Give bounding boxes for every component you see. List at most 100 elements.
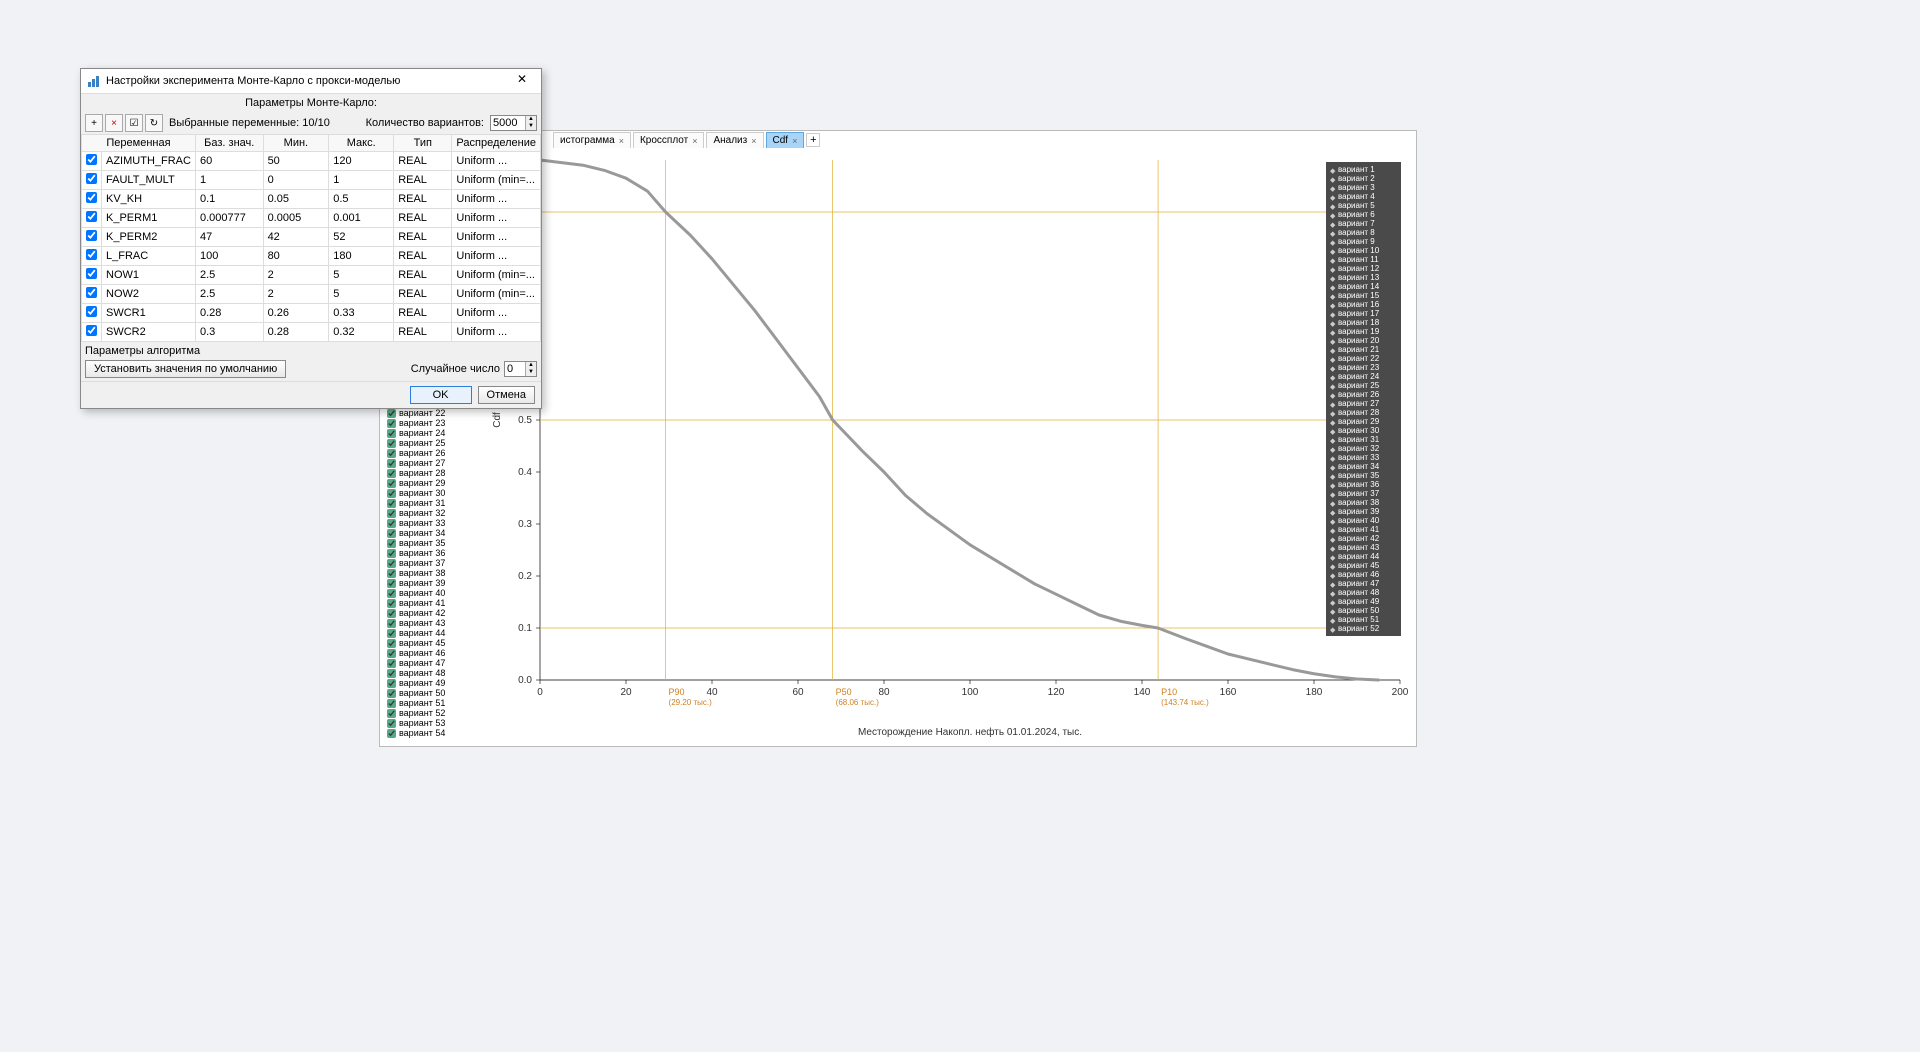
list-item[interactable]: вариант 32	[385, 508, 475, 518]
variant-checkbox[interactable]	[387, 459, 396, 468]
min-value[interactable]: 0	[263, 171, 329, 190]
base-value[interactable]: 60	[195, 152, 263, 171]
close-icon[interactable]: ×	[792, 136, 797, 146]
dist-value[interactable]: Uniform ...	[452, 228, 541, 247]
base-value[interactable]: 0.000777	[195, 209, 263, 228]
variant-count-input[interactable]	[491, 116, 525, 130]
variant-checkbox[interactable]	[387, 669, 396, 678]
list-item[interactable]: вариант 36	[385, 548, 475, 558]
variant-checkbox[interactable]	[387, 409, 396, 418]
variant-checkbox[interactable]	[387, 499, 396, 508]
list-item[interactable]: вариант 26	[385, 448, 475, 458]
variant-checkbox[interactable]	[387, 679, 396, 688]
variant-checkbox[interactable]	[387, 699, 396, 708]
min-value[interactable]: 0.05	[263, 190, 329, 209]
variant-checkbox[interactable]	[387, 659, 396, 668]
row-checkbox[interactable]	[86, 154, 97, 165]
dist-value[interactable]: Uniform (min=...	[452, 171, 541, 190]
variant-checkbox[interactable]	[387, 429, 396, 438]
ok-button[interactable]: OK	[410, 386, 472, 404]
spin-down-icon[interactable]: ▼	[526, 369, 536, 376]
min-value[interactable]: 2	[263, 266, 329, 285]
list-item[interactable]: вариант 22	[385, 408, 475, 418]
close-icon[interactable]: ×	[751, 136, 756, 146]
variant-checkbox[interactable]	[387, 509, 396, 518]
variant-checkbox[interactable]	[387, 439, 396, 448]
tab-cdf[interactable]: Cdf×	[766, 132, 805, 148]
list-item[interactable]: вариант 42	[385, 608, 475, 618]
max-value[interactable]: 52	[329, 228, 394, 247]
add-variable-button[interactable]: +	[85, 114, 103, 132]
defaults-button[interactable]: Установить значения по умолчанию	[85, 360, 286, 378]
row-checkbox[interactable]	[86, 192, 97, 203]
max-value[interactable]: 5	[329, 266, 394, 285]
dist-value[interactable]: Uniform ...	[452, 247, 541, 266]
max-value[interactable]: 0.32	[329, 323, 394, 342]
list-item[interactable]: вариант 30	[385, 488, 475, 498]
add-tab-button[interactable]: +	[806, 133, 820, 147]
list-item[interactable]: вариант 37	[385, 558, 475, 568]
min-value[interactable]: 2	[263, 285, 329, 304]
list-item[interactable]: вариант 29	[385, 478, 475, 488]
list-item[interactable]: вариант 27	[385, 458, 475, 468]
list-item[interactable]: вариант 45	[385, 638, 475, 648]
variant-checkbox[interactable]	[387, 569, 396, 578]
list-item[interactable]: вариант 25	[385, 438, 475, 448]
list-item[interactable]: вариант 54	[385, 728, 475, 738]
list-item[interactable]: вариант 48	[385, 668, 475, 678]
max-value[interactable]: 0.33	[329, 304, 394, 323]
list-item[interactable]: вариант 23	[385, 418, 475, 428]
list-item[interactable]: вариант 50	[385, 688, 475, 698]
base-value[interactable]: 0.3	[195, 323, 263, 342]
list-item[interactable]: вариант 40	[385, 588, 475, 598]
dist-value[interactable]: Uniform (min=...	[452, 266, 541, 285]
max-value[interactable]: 120	[329, 152, 394, 171]
variant-checkbox[interactable]	[387, 479, 396, 488]
close-icon[interactable]: ×	[692, 136, 697, 146]
row-checkbox[interactable]	[86, 268, 97, 279]
row-checkbox[interactable]	[86, 230, 97, 241]
list-item[interactable]: вариант 28	[385, 468, 475, 478]
base-value[interactable]: 0.28	[195, 304, 263, 323]
row-checkbox[interactable]	[86, 211, 97, 222]
row-checkbox[interactable]	[86, 173, 97, 184]
dist-value[interactable]: Uniform ...	[452, 209, 541, 228]
list-item[interactable]: вариант 39	[385, 578, 475, 588]
list-item[interactable]: вариант 51	[385, 698, 475, 708]
variant-checkbox[interactable]	[387, 539, 396, 548]
list-item[interactable]: вариант 41	[385, 598, 475, 608]
variant-checkbox[interactable]	[387, 589, 396, 598]
toggle-all-button[interactable]: ☑	[125, 114, 143, 132]
list-item[interactable]: вариант 38	[385, 568, 475, 578]
list-item[interactable]: вариант 44	[385, 628, 475, 638]
variant-count-spinner[interactable]: ▲▼	[490, 115, 537, 131]
dist-value[interactable]: Uniform ...	[452, 152, 541, 171]
variant-checkbox[interactable]	[387, 559, 396, 568]
variant-checkbox[interactable]	[387, 709, 396, 718]
base-value[interactable]: 47	[195, 228, 263, 247]
min-value[interactable]: 42	[263, 228, 329, 247]
variant-checkbox[interactable]	[387, 639, 396, 648]
min-value[interactable]: 0.28	[263, 323, 329, 342]
list-item[interactable]: вариант 43	[385, 618, 475, 628]
base-value[interactable]: 100	[195, 247, 263, 266]
list-item[interactable]: вариант 52	[385, 708, 475, 718]
dist-value[interactable]: Uniform (min=...	[452, 285, 541, 304]
row-checkbox[interactable]	[86, 249, 97, 260]
dist-value[interactable]: Uniform ...	[452, 304, 541, 323]
variant-checkbox[interactable]	[387, 519, 396, 528]
list-item[interactable]: вариант 33	[385, 518, 475, 528]
variant-checkbox[interactable]	[387, 469, 396, 478]
list-item[interactable]: вариант 35	[385, 538, 475, 548]
spin-up-icon[interactable]: ▲	[526, 116, 536, 123]
row-checkbox[interactable]	[86, 306, 97, 317]
row-checkbox[interactable]	[86, 287, 97, 298]
variant-checkbox[interactable]	[387, 609, 396, 618]
variant-checkbox[interactable]	[387, 579, 396, 588]
variant-checkbox[interactable]	[387, 529, 396, 538]
variant-checkbox[interactable]	[387, 649, 396, 658]
list-item[interactable]: вариант 47	[385, 658, 475, 668]
min-value[interactable]: 0.0005	[263, 209, 329, 228]
close-icon[interactable]: ×	[619, 136, 624, 146]
min-value[interactable]: 80	[263, 247, 329, 266]
